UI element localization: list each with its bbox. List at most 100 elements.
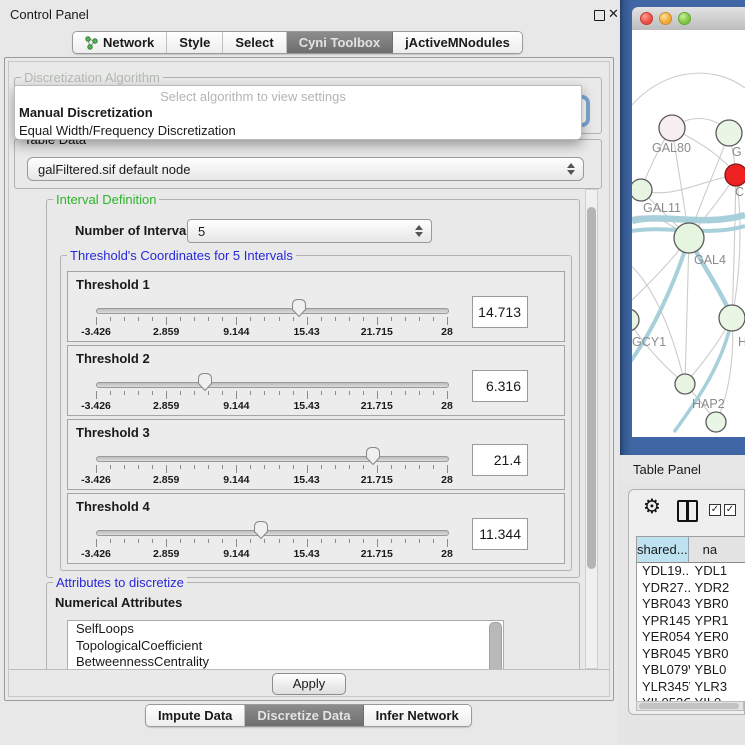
table-row[interactable]: YBL079WYBL0 bbox=[637, 662, 745, 679]
minimize-window-icon[interactable] bbox=[659, 12, 672, 25]
threshold-slider-track[interactable] bbox=[96, 382, 449, 388]
float-window-icon[interactable] bbox=[594, 10, 605, 21]
tick-mark bbox=[222, 317, 223, 321]
settings-scrollbar[interactable] bbox=[585, 189, 598, 669]
table-cell[interactable]: YDL1 bbox=[690, 563, 745, 580]
column-header-name[interactable]: na bbox=[689, 537, 745, 562]
network-graph: GAL80GGAL11CGAL4GCY1HHAP2 bbox=[632, 30, 745, 437]
table-cell[interactable]: YBR045C bbox=[637, 646, 690, 663]
table-cell[interactable]: YBL079W bbox=[637, 662, 690, 679]
threshold-value-field[interactable]: 11.344 bbox=[472, 518, 528, 550]
threshold-slider-thumb[interactable] bbox=[365, 446, 381, 466]
tick-mark bbox=[335, 391, 336, 395]
table-row[interactable]: YLR345WYLR3 bbox=[637, 679, 745, 696]
network-canvas[interactable]: GAL80GGAL11CGAL4GCY1HHAP2 bbox=[632, 30, 745, 437]
tab-discretize-data[interactable]: Discretize Data bbox=[245, 705, 363, 726]
node-label: GCY1 bbox=[632, 335, 666, 349]
threshold-slider-track[interactable] bbox=[96, 456, 449, 462]
network-window-titlebar[interactable] bbox=[632, 7, 745, 31]
threshold-slider-track[interactable] bbox=[96, 530, 449, 536]
algorithm-option[interactable]: Equal Width/Frequency Discretization bbox=[15, 122, 581, 140]
table-cell[interactable]: YER054C bbox=[637, 629, 690, 646]
checkbox-icon[interactable]: ✓ bbox=[709, 504, 721, 516]
tick-mark bbox=[166, 539, 167, 547]
network-node[interactable] bbox=[674, 223, 704, 253]
threshold-slider-thumb[interactable] bbox=[197, 372, 213, 392]
tick-mark bbox=[419, 539, 420, 543]
tick-mark bbox=[96, 539, 97, 547]
tick-mark bbox=[250, 539, 251, 543]
table-cell[interactable]: YPR145W bbox=[637, 613, 690, 630]
table-hscrollbar-thumb[interactable] bbox=[639, 703, 739, 709]
zoom-window-icon[interactable] bbox=[678, 12, 691, 25]
table-cell[interactable]: YDL19... bbox=[637, 563, 690, 580]
settings-scrollbar-thumb[interactable] bbox=[587, 207, 596, 569]
table-horizontal-scrollbar[interactable] bbox=[636, 701, 744, 711]
number-of-intervals-combo[interactable]: 5 bbox=[187, 219, 432, 243]
table-cell[interactable]: YDR27... bbox=[637, 580, 690, 597]
attributes-list-scrollbar[interactable] bbox=[489, 622, 502, 674]
close-icon[interactable]: ✕ bbox=[608, 6, 619, 22]
tick-label: 28 bbox=[417, 548, 477, 560]
table-cell[interactable]: YBR043C bbox=[637, 596, 690, 613]
table-cell[interactable]: YBL0 bbox=[690, 662, 745, 679]
algorithm-prompt-option[interactable]: Select algorithm to view settings bbox=[15, 89, 581, 104]
bottom-tab-bar: Impute DataDiscretize DataInfer Network bbox=[145, 704, 472, 727]
table-cell[interactable]: YBR0 bbox=[690, 646, 745, 663]
tick-mark bbox=[363, 391, 364, 395]
tab-cyni-toolbox[interactable]: Cyni Toolbox bbox=[287, 32, 393, 53]
tab-select[interactable]: Select bbox=[223, 32, 286, 53]
table-cell[interactable]: YDR2 bbox=[690, 580, 745, 597]
table-row[interactable]: YBR045CYBR0 bbox=[637, 646, 745, 663]
algorithm-option[interactable]: Manual Discretization bbox=[15, 104, 581, 122]
tab-style[interactable]: Style bbox=[167, 32, 223, 53]
tick-mark bbox=[110, 465, 111, 469]
columns-icon[interactable] bbox=[677, 500, 698, 522]
gear-icon[interactable]: ⚙ bbox=[643, 497, 661, 517]
threshold-value-field[interactable]: 14.713 bbox=[472, 296, 528, 328]
tick-label: 15.43 bbox=[277, 548, 337, 560]
checkbox-icon[interactable]: ✓ bbox=[724, 504, 736, 516]
network-node[interactable] bbox=[706, 412, 726, 432]
table-row[interactable]: YBR043CYBR0 bbox=[637, 596, 745, 613]
tab-infer-network[interactable]: Infer Network bbox=[364, 705, 471, 726]
attribute-item[interactable]: TopologicalCoefficient bbox=[68, 638, 503, 655]
right-side: GAL80GGAL11CGAL4GCY1HHAP2 Table Panel ⚙ … bbox=[620, 0, 745, 745]
tick-mark bbox=[236, 465, 237, 473]
network-node[interactable] bbox=[632, 309, 639, 331]
threshold-value-field[interactable]: 6.316 bbox=[472, 370, 528, 402]
threshold-slider-thumb[interactable] bbox=[253, 520, 269, 540]
tick-label: 21.715 bbox=[347, 326, 407, 338]
network-node[interactable] bbox=[725, 164, 745, 186]
table-cell[interactable]: YPR1 bbox=[690, 613, 745, 630]
column-header-shared-name[interactable]: shared... bbox=[637, 537, 689, 562]
tab-label: Style bbox=[179, 35, 210, 50]
table-row[interactable]: YDL19...YDL1 bbox=[637, 563, 745, 580]
network-node[interactable] bbox=[632, 179, 652, 201]
node-label: C bbox=[735, 185, 744, 199]
tab-impute-data[interactable]: Impute Data bbox=[146, 705, 245, 726]
table-row[interactable]: YER054CYER0 bbox=[637, 629, 745, 646]
close-window-icon[interactable] bbox=[640, 12, 653, 25]
network-node[interactable] bbox=[675, 374, 695, 394]
table-cell[interactable]: YLR345W bbox=[637, 679, 690, 696]
threshold-value-field[interactable]: 21.4 bbox=[472, 444, 528, 476]
apply-button[interactable]: Apply bbox=[272, 673, 346, 695]
table-cell[interactable]: YER0 bbox=[690, 629, 745, 646]
table-row[interactable]: YDR27...YDR2 bbox=[637, 580, 745, 597]
network-node[interactable] bbox=[716, 120, 742, 146]
attribute-item[interactable]: SelfLoops bbox=[68, 621, 503, 638]
tab-network[interactable]: Network bbox=[73, 32, 167, 53]
tick-mark bbox=[335, 539, 336, 543]
table-cell[interactable]: YBR0 bbox=[690, 596, 745, 613]
tick-label: 9.144 bbox=[206, 400, 266, 412]
table-cell[interactable]: YLR3 bbox=[690, 679, 745, 696]
tick-mark bbox=[433, 317, 434, 321]
threshold-slider-thumb[interactable] bbox=[291, 298, 307, 318]
tab-jactivemnodules[interactable]: jActiveMNodules bbox=[393, 32, 522, 53]
table-row[interactable]: YPR145WYPR1 bbox=[637, 613, 745, 630]
network-node[interactable] bbox=[659, 115, 685, 141]
table-data-combo[interactable]: galFiltered.sif default node bbox=[27, 157, 584, 181]
network-node[interactable] bbox=[719, 305, 745, 331]
threshold-slider-track[interactable] bbox=[96, 308, 449, 314]
